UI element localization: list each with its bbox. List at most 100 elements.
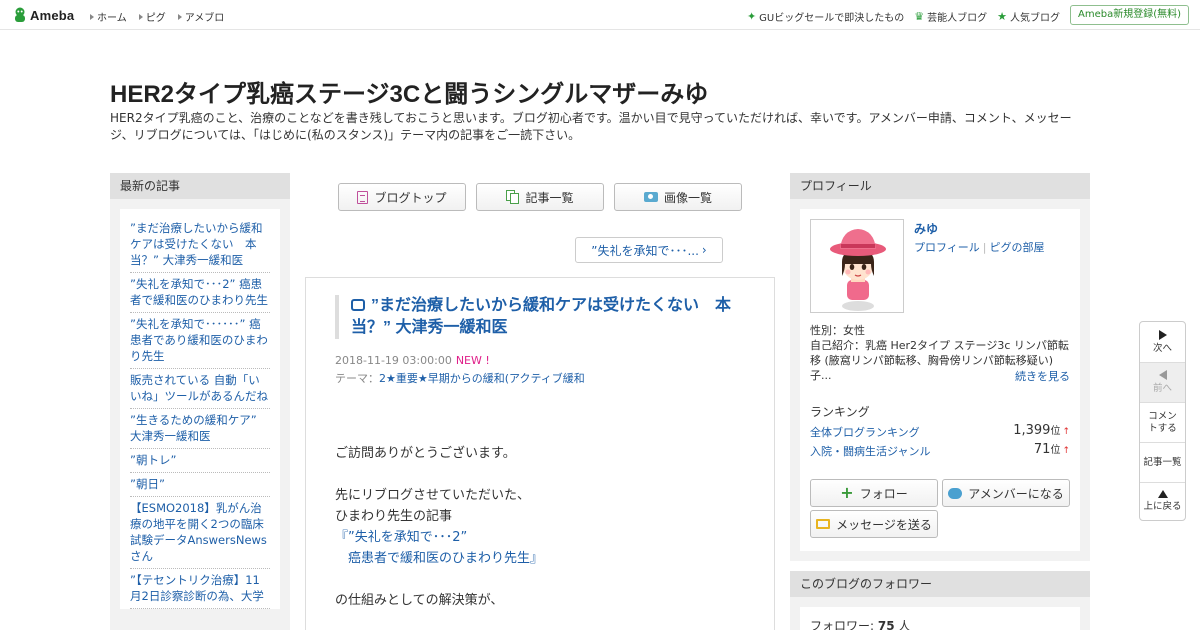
chevron-right-icon: ›: [701, 243, 707, 257]
pigg-avatar-icon: [830, 229, 886, 311]
followers-count-text[interactable]: フォロワー: 75 人: [810, 617, 910, 630]
recent-posts-list: ”まだ治療したいから緩和ケアは受けたくない 本当？” 大津秀一緩和医 ”失礼を承…: [120, 209, 280, 609]
recent-post-link[interactable]: ”生きるための緩和ケア” 大津秀一緩和医: [130, 409, 270, 449]
nav-ameblo-label: アメブロ: [184, 13, 225, 24]
avatar[interactable]: [810, 219, 904, 313]
blog-nav-buttons: ブログトップ 記事一覧 画像一覧: [338, 183, 742, 211]
camera-icon: [643, 192, 658, 202]
recent-post-link[interactable]: ”【テセントリク治療】11月2日診察診断の為、大学: [130, 569, 270, 609]
article-title-text: ”まだ治療したいから緩和ケアは受けたくない 本当？” 大津秀一緩和医: [351, 297, 732, 336]
theme-label: テーマ：: [335, 372, 379, 385]
pigg-room-link[interactable]: ピグの部屋: [990, 241, 1045, 254]
profile-heading: プロフィール: [790, 173, 1090, 199]
celebrity-blog-link[interactable]: ♛ 芸能人ブログ: [914, 9, 987, 24]
floating-nav: 次へ 前へ コメントする 記事一覧 上に戻る: [1139, 321, 1186, 521]
recent-posts-sidebar: 最新の記事 ”まだ治療したいから緩和ケアは受けたくない 本当？” 大津秀一緩和医…: [110, 173, 290, 630]
quoted-article-link[interactable]: 『”失礼を承知で･･･2”: [335, 527, 755, 548]
prev-button: 前へ: [1140, 363, 1185, 403]
documents-icon: [506, 190, 520, 204]
back-to-top-button[interactable]: 上に戻る: [1140, 483, 1185, 520]
profile-links: プロフィール | ピグの部屋: [914, 239, 1045, 255]
entry-list-button[interactable]: 記事一覧: [476, 183, 604, 211]
triangle-right-icon: [138, 13, 143, 20]
rank-up-icon: ↑: [1062, 427, 1070, 437]
ranking-heading: ランキング: [810, 405, 870, 419]
overall-ranking-link[interactable]: 全体ブログランキング: [810, 426, 920, 439]
global-header: Ameba ホーム ピグ アメブロ ✦ GUビッグセールで即決したもの ♛ 芸能人ブ…: [0, 0, 1200, 30]
triangle-right-icon: [90, 13, 94, 20]
blog-top-button[interactable]: ブログトップ: [338, 183, 466, 211]
global-nav: ホーム ピグ アメブロ: [90, 9, 224, 24]
article-title[interactable]: ”まだ治療したいから緩和ケアは受けたくない 本当？” 大津秀一緩和医: [335, 295, 745, 339]
entry-list-label: 記事一覧: [525, 190, 574, 205]
recent-post-link[interactable]: ”失礼を承知で･･･2” 癌患者で緩和医のひまわり先生: [130, 273, 270, 313]
followers-count: 75: [877, 619, 895, 630]
sparkle-icon: ✦: [746, 10, 757, 23]
speech-bubble-icon: [948, 487, 963, 499]
plus-icon: +: [840, 483, 854, 502]
body-paragraph: の仕組みとしての解決策が、: [335, 593, 504, 608]
nav-home-label: ホーム: [97, 13, 127, 24]
popular-blog-label: 人気ブログ: [1010, 13, 1060, 24]
profile-link[interactable]: プロフィール: [914, 241, 980, 254]
ameba-logo-text: Ameba: [30, 7, 75, 23]
article-date: 2018-11-19 03:00:00 NEW !: [335, 354, 490, 367]
recent-post-link[interactable]: ”朝トレ”: [130, 449, 270, 473]
recent-post-link[interactable]: 販売されている 自動「いいね」ツールがあるんだね: [130, 369, 270, 409]
rank-unit: 位: [1050, 445, 1061, 456]
quoted-article-link[interactable]: 癌患者で緩和医のひまわり先生』: [335, 548, 755, 569]
recent-post-link[interactable]: ”失礼を承知で･･････” 癌患者であり緩和医のひまわり先生: [130, 313, 270, 369]
rank-unit: 位: [1050, 426, 1061, 437]
read-more-link[interactable]: 続きを見る: [1015, 368, 1070, 384]
ameba-logo[interactable]: Ameba: [13, 7, 74, 23]
next-button[interactable]: 次へ: [1140, 322, 1185, 363]
image-list-label: 画像一覧: [663, 190, 712, 205]
arrow-up-icon: [1157, 490, 1168, 498]
recent-post-link[interactable]: ”朝日”: [130, 473, 270, 497]
followers-card: フォロワー: 75 人: [800, 607, 1080, 630]
overall-ranking-value-wrap: 1,399位 ↑: [1013, 422, 1070, 438]
star-icon: ★: [997, 10, 1007, 23]
theme-link[interactable]: 2★重要★早期からの緩和(アクティブ緩和: [379, 372, 585, 385]
ameba-logo-icon: [15, 7, 25, 22]
follow-button[interactable]: + フォロー: [810, 479, 938, 507]
blog-description: HER2タイプ乳癌のこと、治療のことなどを書き残しておこうと思います。ブログ初心…: [110, 111, 1072, 142]
triangle-right-icon: [177, 13, 182, 20]
message-label: メッセージを送る: [836, 517, 932, 532]
profile-sidebar: プロフィール みゆ プロフィール | ピグの部屋 性別：女性 自己紹介：乳癌 H…: [790, 173, 1090, 561]
arrow-right-icon: [1158, 329, 1167, 340]
back-to-top-label: 上に戻る: [1143, 501, 1182, 512]
body-paragraph: ひまわり先生の記事: [335, 509, 453, 524]
next-label: 次へ: [1152, 342, 1172, 354]
entry-list-float-button[interactable]: 記事一覧: [1140, 443, 1185, 483]
popular-blog-link[interactable]: ★ 人気ブログ: [997, 9, 1060, 24]
genre-ranking-link[interactable]: 入院・闘病生活ジャンル: [810, 445, 930, 458]
comment-button[interactable]: コメントする: [1140, 403, 1185, 443]
body-paragraph: 先にリブログさせていただいた、: [335, 488, 531, 503]
amember-button[interactable]: アメンバーになる: [942, 479, 1070, 507]
ranking-row-overall: 全体ブログランキング 1,399位 ↑: [810, 422, 1070, 440]
image-list-button[interactable]: 画像一覧: [614, 183, 742, 211]
profile-name[interactable]: みゆ: [914, 220, 938, 237]
followers-unit: 人: [894, 619, 911, 630]
nav-pigg-link[interactable]: ピグ: [138, 9, 166, 24]
promo-gu-link[interactable]: ✦ GUビッグセールで即決したもの: [747, 9, 904, 24]
comment-label: コメントする: [1148, 410, 1177, 434]
ranking-row-genre: 入院・闘病生活ジャンル 71位 ↑: [810, 442, 1070, 459]
amember-label: アメンバーになる: [968, 486, 1064, 501]
blog-title[interactable]: HER2タイプ乳癌ステージ3Cと闘うシングルマザーみゆ: [110, 74, 708, 109]
nav-home-link[interactable]: ホーム: [90, 9, 127, 24]
followers-sidebar: このブログのフォロワー フォロワー: 75 人: [790, 571, 1090, 630]
body-paragraph: ご訪問ありがとうございます。: [335, 446, 516, 461]
next-entry-label: ”失礼を承知で･･･...: [591, 243, 699, 258]
rank-up-icon: ↑: [1062, 446, 1070, 456]
prev-label: 前へ: [1152, 383, 1172, 394]
nav-ameblo-link[interactable]: アメブロ: [177, 9, 225, 24]
recent-post-link[interactable]: ”まだ治療したいから緩和ケアは受けたくない 本当？” 大津秀一緩和医: [130, 217, 270, 273]
envelope-icon: [816, 519, 831, 529]
message-button[interactable]: メッセージを送る: [810, 510, 938, 538]
recent-post-link[interactable]: 【ESMO2018】乳がん治療の地平を開く2つの臨床試験データAnswersNe…: [130, 497, 270, 569]
followers-heading: このブログのフォロワー: [790, 571, 1090, 597]
next-entry-link[interactable]: ”失礼を承知で･･･... ›: [575, 237, 723, 263]
signup-button[interactable]: Ameba新規登録(無料): [1069, 5, 1189, 25]
